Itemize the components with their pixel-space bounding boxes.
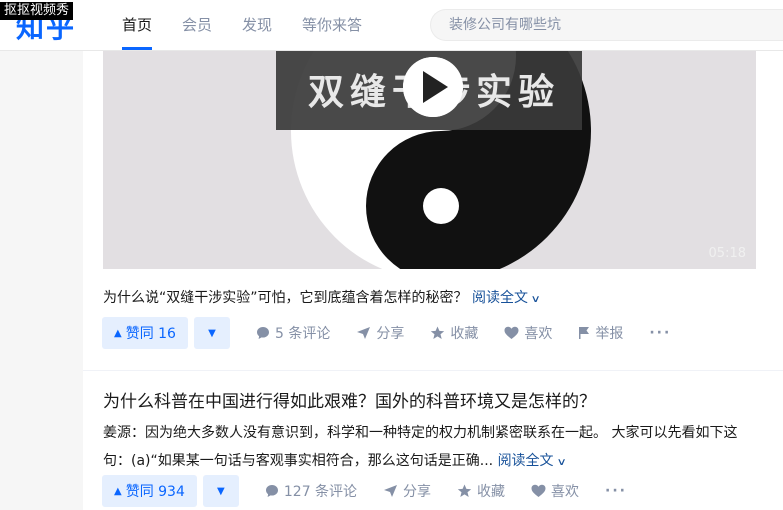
share-label: 分享 — [376, 326, 405, 342]
item2-share-button[interactable]: 分享 — [383, 481, 431, 501]
top-header: 抠抠视频秀 知乎 首页 会员 发现 等你来答 — [0, 0, 783, 51]
heart-icon — [531, 484, 546, 498]
item1-collect-button[interactable]: 收藏 — [430, 323, 478, 343]
collect-label: 收藏 — [477, 484, 506, 500]
item2-vote-down-button[interactable]: ▼ — [202, 475, 239, 507]
comments-label: 127 条评论 — [283, 484, 358, 500]
item1-more-button[interactable]: ··· — [649, 325, 671, 341]
star-icon — [430, 326, 445, 340]
collect-label: 收藏 — [450, 326, 479, 342]
share-icon — [383, 484, 398, 498]
watermark: 抠抠视频秀 — [0, 2, 74, 20]
search-input[interactable] — [447, 16, 751, 34]
like-label: 喜欢 — [524, 326, 553, 342]
item2-collect-button[interactable]: 收藏 — [457, 481, 505, 501]
item2-more-button[interactable]: ··· — [605, 483, 627, 499]
item2-comments-button[interactable]: 127 条评论 — [265, 481, 357, 501]
item2-question-title[interactable]: 为什么科普在中国进行得如此艰难？国外的科普环境又是怎样的？ — [103, 387, 596, 412]
item1-vote-down-button[interactable]: ▼ — [193, 317, 230, 349]
triangle-down-icon: ▼ — [208, 327, 216, 339]
item1-read-more-button[interactable]: 阅读全文 ∨ — [471, 290, 541, 306]
share-icon — [356, 326, 371, 340]
comment-icon — [265, 484, 279, 498]
item2-excerpt[interactable]: 姜源：因为绝大多数人没有意识到，科学和一种特定的权力机制紧密联系在一起。 大家可… — [103, 419, 758, 477]
nav-waiting-answers[interactable]: 等你来答 — [302, 0, 362, 50]
item1-vote-up-button[interactable]: ▲ 赞同 16 — [102, 317, 188, 349]
feed-card: 双缝干涉实验 05:18 为什么说“双缝干涉实验”可怕，它到底蕴含着怎样的秘密？… — [83, 51, 783, 510]
item2-actions: ▲ 赞同 934 ▼ 127 条评论 分享 收藏 喜欢 ··· — [102, 475, 627, 507]
item1-report-button[interactable]: 举报 — [578, 323, 623, 343]
triangle-up-icon: ▲ — [114, 327, 122, 339]
nav-member[interactable]: 会员 — [182, 0, 212, 50]
flag-icon — [578, 326, 590, 340]
heart-icon — [504, 326, 519, 340]
chevron-down-icon: ∨ — [530, 294, 541, 305]
comment-icon — [256, 326, 270, 340]
item2-excerpt-text: 因为绝大多数人没有意识到，科学和一种特定的权力机制紧密联系在一起。 大家可以先看… — [103, 425, 738, 469]
item2-vote-up-button[interactable]: ▲ 赞同 934 — [102, 475, 197, 507]
nav-discover[interactable]: 发现 — [242, 0, 272, 50]
vote-up-label: 赞同 16 — [125, 326, 176, 342]
item1-comments-button[interactable]: 5 条评论 — [256, 323, 330, 343]
video-player[interactable]: 双缝干涉实验 05:18 — [103, 51, 756, 269]
item2-author: 姜源： — [103, 425, 145, 441]
item2-read-more-button[interactable]: 阅读全文 ∨ — [497, 453, 567, 469]
item2-like-button[interactable]: 喜欢 — [531, 481, 579, 501]
nav-home[interactable]: 首页 — [122, 0, 153, 50]
chevron-down-icon: ∨ — [556, 457, 567, 468]
item1-share-button[interactable]: 分享 — [356, 323, 404, 343]
item1-actions: ▲ 赞同 16 ▼ 5 条评论 分享 收藏 喜欢 举报 ··· — [102, 317, 671, 349]
video-duration: 05:18 — [708, 246, 746, 261]
feed-divider — [83, 370, 783, 371]
main-nav: 首页 会员 发现 等你来答 — [122, 0, 392, 50]
comments-label: 5 条评论 — [274, 326, 331, 342]
item1-like-button[interactable]: 喜欢 — [504, 323, 552, 343]
search-box[interactable] — [430, 9, 783, 41]
triangle-down-icon: ▼ — [217, 485, 225, 497]
triangle-up-icon: ▲ — [114, 485, 122, 497]
star-icon — [457, 484, 472, 498]
item1-excerpt-text: 为什么说“双缝干涉实验”可怕，它到底蕴含着怎样的秘密？ — [103, 290, 468, 306]
item1-excerpt[interactable]: 为什么说“双缝干涉实验”可怕，它到底蕴含着怎样的秘密？ 阅读全文 ∨ — [103, 285, 541, 313]
like-label: 喜欢 — [551, 484, 580, 500]
share-label: 分享 — [403, 484, 432, 500]
video-overlay-title: 双缝干涉实验 — [308, 72, 561, 113]
report-label: 举报 — [595, 326, 624, 342]
read-more-label: 阅读全文 — [471, 290, 528, 306]
read-more-label: 阅读全文 — [497, 453, 554, 469]
vote-up-label: 赞同 934 — [125, 484, 185, 500]
